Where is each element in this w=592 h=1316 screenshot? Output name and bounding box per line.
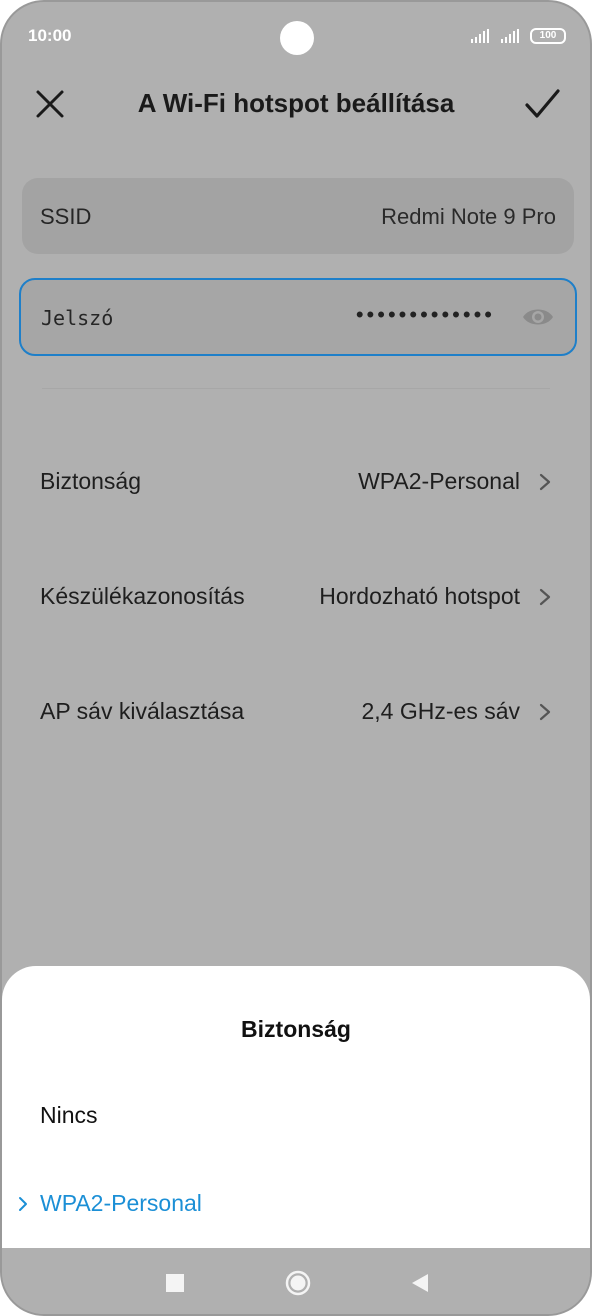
- device-identification-value: Hordozható hotspot: [319, 583, 520, 609]
- chevron-right-icon: [539, 703, 551, 721]
- check-icon[interactable]: [522, 84, 562, 124]
- chevron-right-icon: [539, 473, 551, 491]
- divider: [42, 388, 550, 389]
- home-icon[interactable]: [285, 1270, 311, 1296]
- option-wpa2-personal[interactable]: WPA2-Personal: [2, 1174, 590, 1234]
- ap-band-value: 2,4 GHz-es sáv: [361, 698, 521, 724]
- password-value: •••••••••••••: [355, 302, 495, 327]
- security-value: WPA2-Personal: [358, 468, 520, 494]
- sheet-title: Biztonság: [241, 1016, 351, 1042]
- chevron-right-icon: [539, 588, 551, 606]
- status-time: 10:00: [28, 26, 72, 45]
- password-label: Jelszó: [41, 306, 114, 330]
- navigation-bar: [2, 1248, 590, 1314]
- title-bar: A Wi-Fi hotspot beállítása: [2, 72, 590, 134]
- status-icons: 100: [470, 28, 566, 44]
- security-bottom-sheet: Biztonság Nincs WPA2-Personal: [2, 966, 590, 1248]
- recents-icon[interactable]: [166, 1274, 184, 1292]
- ssid-field[interactable]: SSID Redmi Note 9 Pro: [22, 178, 574, 254]
- ssid-label: SSID: [40, 204, 92, 229]
- security-label: Biztonság: [40, 468, 142, 494]
- security-row[interactable]: Biztonság WPA2-Personal: [2, 452, 590, 512]
- selected-chevron-icon: [19, 1197, 27, 1211]
- phone-screen: 10:00 100 A Wi-Fi hotspot beállítása SSI…: [0, 0, 592, 1316]
- device-identification-row[interactable]: Készülékazonosítás Hordozható hotspot: [2, 567, 590, 627]
- eye-icon[interactable]: [521, 304, 555, 330]
- device-identification-label: Készülékazonosítás: [40, 583, 245, 609]
- battery-icon: 100: [530, 28, 566, 44]
- front-camera: [280, 21, 314, 55]
- ssid-value: Redmi Note 9 Pro: [381, 204, 556, 229]
- signal-icon: [471, 29, 489, 43]
- back-icon[interactable]: [410, 1272, 430, 1294]
- option-label: Nincs: [40, 1102, 98, 1128]
- ap-band-label: AP sáv kiválasztása: [40, 698, 245, 724]
- status-bar: 10:00 100: [2, 2, 590, 72]
- ap-band-row[interactable]: AP sáv kiválasztása 2,4 GHz-es sáv: [2, 682, 590, 742]
- password-field[interactable]: Jelszó •••••••••••••: [19, 278, 577, 356]
- option-none[interactable]: Nincs: [2, 1086, 590, 1146]
- page-title: A Wi-Fi hotspot beállítása: [137, 88, 455, 118]
- option-label: WPA2-Personal: [40, 1190, 202, 1216]
- signal-icon: [501, 29, 519, 43]
